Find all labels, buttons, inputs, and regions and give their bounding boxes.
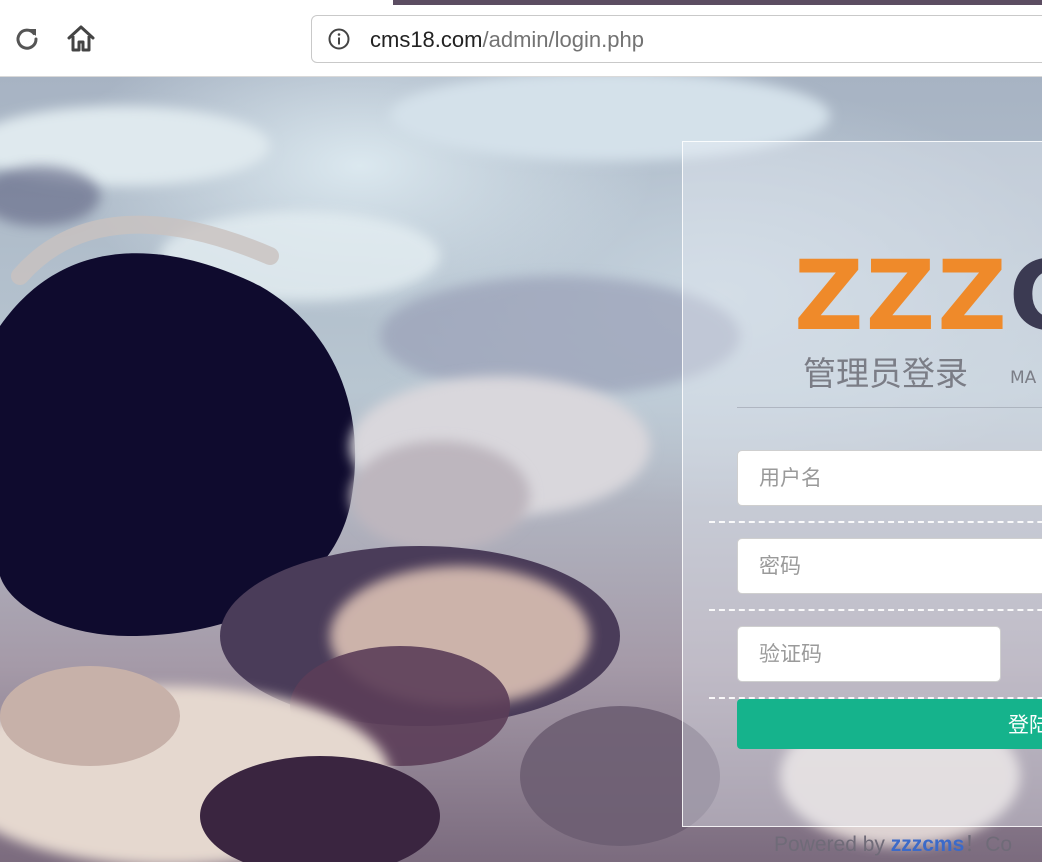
browser-window: cms18.com/admin/login.php ZZZ 管理员登录 MA 用…: [0, 0, 1042, 862]
heading-divider: [737, 407, 1042, 408]
footer-credit: Powered by zzzcms！Co: [774, 832, 1012, 858]
captcha-input[interactable]: [737, 626, 1001, 682]
field-divider: [709, 521, 1042, 523]
logo-secondary: C: [1009, 240, 1042, 352]
url-path: /admin/login.php: [482, 27, 644, 52]
password-input[interactable]: [737, 538, 1042, 594]
login-panel: ZZZC 管理员登录 MA 登陆: [682, 141, 1042, 827]
login-heading: 管理员登录: [803, 354, 968, 393]
site-logo: ZZZC: [794, 248, 1042, 344]
reload-icon: [16, 28, 38, 50]
address-bar[interactable]: cms18.com/admin/login.php: [311, 15, 1042, 63]
browser-toolbar: cms18.com/admin/login.php: [0, 0, 1042, 77]
url-host: cms18.com: [370, 27, 483, 52]
home-icon: [67, 25, 95, 52]
reload-button[interactable]: [10, 22, 44, 56]
footer-suffix: ！Co: [964, 833, 1013, 856]
login-heading-en: MA: [1010, 368, 1037, 388]
home-button[interactable]: [64, 22, 98, 56]
info-icon[interactable]: [328, 28, 350, 50]
logo-primary: ZZZ: [794, 240, 1009, 352]
tab-strip: [393, 0, 1042, 5]
footer-prefix: Powered by: [774, 833, 891, 856]
login-button[interactable]: 登陆: [737, 699, 1042, 749]
url-text: cms18.com/admin/login.php: [370, 27, 644, 53]
footer-link[interactable]: zzzcms: [891, 833, 965, 856]
field-divider: [709, 609, 1042, 611]
username-input[interactable]: [737, 450, 1042, 506]
